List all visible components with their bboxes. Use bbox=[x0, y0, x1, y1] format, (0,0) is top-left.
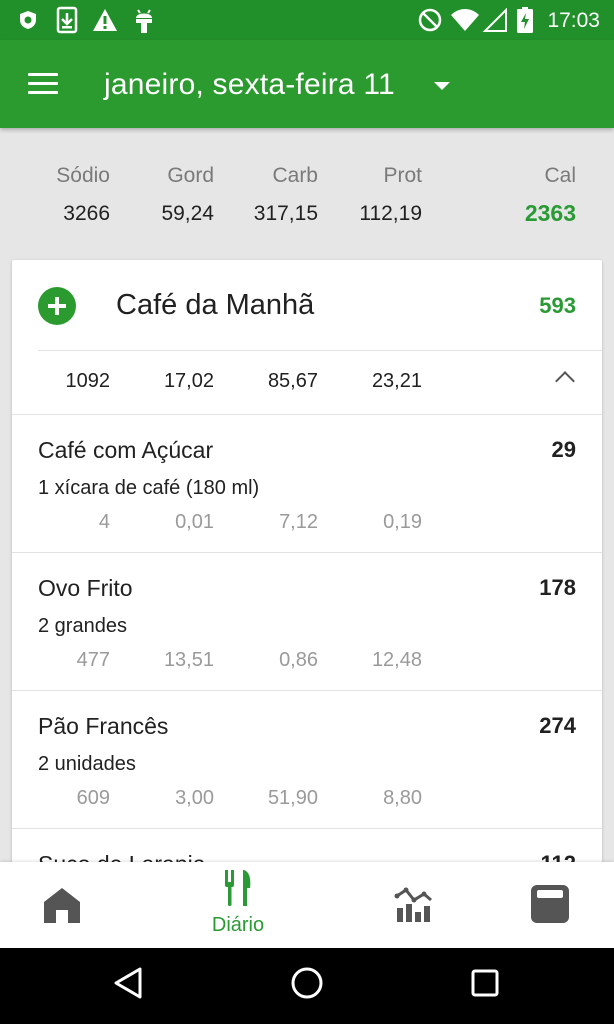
food-name: Café com Açúcar bbox=[38, 437, 214, 463]
battery-charging-icon bbox=[517, 7, 533, 33]
food-sodium: 477 bbox=[76, 649, 110, 671]
food-portion: 2 grandes bbox=[38, 615, 127, 637]
wifi-icon bbox=[451, 9, 479, 31]
app-bar: janeiro, sexta-feira 11 bbox=[0, 40, 614, 128]
shield-icon bbox=[20, 11, 36, 29]
back-icon[interactable] bbox=[112, 966, 144, 1000]
system-navigation-bar bbox=[0, 948, 614, 1024]
food-fat: 13,51 bbox=[163, 649, 214, 671]
cal-label: Cal bbox=[544, 164, 576, 187]
food-carb: 7,12 bbox=[279, 511, 318, 533]
food-name: Ovo Frito bbox=[38, 575, 133, 601]
status-bar: 17:03 bbox=[0, 0, 614, 40]
hamburger-menu-icon[interactable] bbox=[22, 66, 62, 102]
recents-icon[interactable] bbox=[470, 968, 500, 998]
food-prot: 8,80 bbox=[383, 787, 422, 809]
nav-home[interactable] bbox=[2, 862, 122, 948]
carb-label: Carb bbox=[272, 164, 318, 187]
food-prot: 12,48 bbox=[371, 649, 422, 671]
utensils-icon bbox=[225, 870, 251, 906]
status-time: 17:03 bbox=[547, 9, 600, 32]
nav-diary-label: Diário bbox=[211, 914, 265, 936]
nav-diary[interactable]: Diário bbox=[178, 862, 298, 948]
food-sodium: 609 bbox=[76, 787, 110, 809]
dropdown-arrow-icon[interactable] bbox=[434, 82, 450, 90]
fat-label: Gord bbox=[167, 164, 214, 187]
scale-icon bbox=[531, 885, 569, 923]
bottom-navigation: Diário bbox=[0, 862, 614, 948]
food-item[interactable]: Ovo Frito 178 2 grandes 477 13,51 0,86 1… bbox=[12, 553, 602, 690]
fat-total: 59,24 bbox=[161, 202, 214, 225]
download-icon bbox=[56, 6, 78, 34]
food-item[interactable]: Café com Açúcar 29 1 xícara de café (180… bbox=[12, 415, 602, 552]
food-item[interactable]: Pão Francês 274 2 unidades 609 3,00 51,9… bbox=[12, 691, 602, 828]
meal-prot: 23,21 bbox=[371, 370, 422, 392]
meal-sodium: 1092 bbox=[65, 370, 111, 392]
food-name: Pão Francês bbox=[38, 713, 169, 739]
meal-card: Café da Manhã 593 1092 17,02 85,67 23,21… bbox=[12, 260, 602, 880]
food-fat: 0,01 bbox=[175, 511, 214, 533]
meal-carb: 85,67 bbox=[267, 370, 318, 392]
sodium-total: 3266 bbox=[63, 202, 110, 225]
cal-total: 2363 bbox=[524, 200, 576, 226]
meal-calories: 593 bbox=[539, 293, 576, 318]
home-circle-icon[interactable] bbox=[290, 966, 324, 1000]
meal-header: Café da Manhã 593 bbox=[12, 260, 602, 350]
nav-weight[interactable] bbox=[490, 862, 610, 948]
do-not-disturb-icon bbox=[418, 8, 442, 32]
add-food-button[interactable] bbox=[38, 287, 76, 325]
food-portion: 2 unidades bbox=[38, 753, 136, 775]
android-icon bbox=[136, 9, 152, 33]
signal-icon bbox=[482, 8, 507, 32]
food-prot: 0,19 bbox=[383, 511, 422, 533]
meal-totals[interactable]: 1092 17,02 85,67 23,21 bbox=[12, 351, 602, 414]
sodium-label: Sódio bbox=[56, 164, 110, 187]
prot-total: 112,19 bbox=[359, 202, 422, 225]
progress-chart-icon bbox=[394, 887, 432, 922]
food-fat: 3,00 bbox=[175, 787, 214, 809]
meal-title: Café da Manhã bbox=[116, 289, 315, 321]
food-calories: 29 bbox=[551, 437, 576, 462]
food-calories: 178 bbox=[539, 575, 576, 600]
food-sodium: 4 bbox=[98, 511, 110, 533]
date-title[interactable]: janeiro, sexta-feira 11 bbox=[104, 68, 395, 102]
food-carb: 51,90 bbox=[267, 787, 318, 809]
warning-icon bbox=[93, 9, 117, 31]
daily-summary: Sódio Gord Carb Prot Cal 3266 59,24 317,… bbox=[0, 128, 614, 258]
nav-progress[interactable] bbox=[354, 862, 474, 948]
collapse-chevron-up-icon[interactable] bbox=[555, 371, 575, 391]
food-carb: 0,86 bbox=[279, 649, 318, 671]
meal-fat: 17,02 bbox=[163, 370, 214, 392]
home-icon bbox=[44, 888, 80, 923]
prot-label: Prot bbox=[383, 164, 422, 187]
food-portion: 1 xícara de café (180 ml) bbox=[38, 477, 260, 499]
carb-total: 317,15 bbox=[253, 202, 318, 225]
food-calories: 274 bbox=[539, 713, 576, 738]
